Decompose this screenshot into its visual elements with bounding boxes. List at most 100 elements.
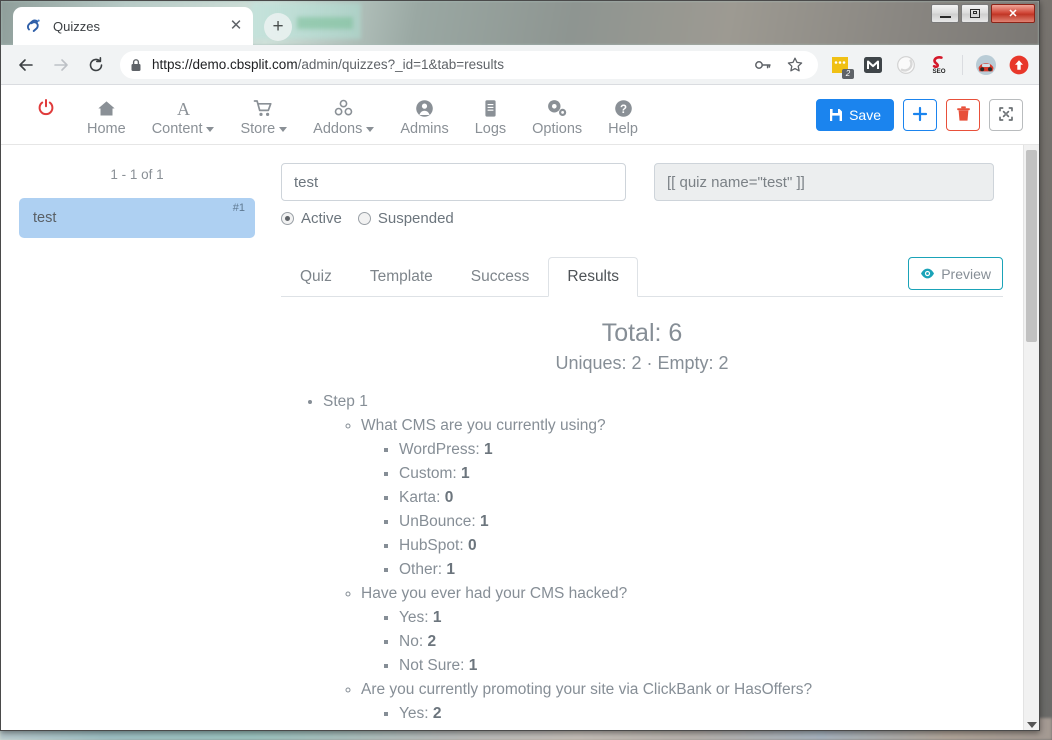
puzzle-icon bbox=[333, 97, 354, 119]
status-radio-group: Active Suspended bbox=[281, 210, 626, 227]
eye-icon bbox=[920, 266, 935, 281]
forward-icon[interactable] bbox=[46, 50, 76, 80]
minimize-button[interactable] bbox=[931, 4, 959, 23]
quiz-list-sidebar: 1 - 1 of 1 test #1 bbox=[1, 145, 273, 731]
nav-item-content-label: Content bbox=[152, 121, 215, 137]
text-icon: A bbox=[173, 97, 194, 119]
lock-icon bbox=[130, 58, 142, 72]
add-button[interactable] bbox=[903, 99, 937, 131]
collapse-button[interactable] bbox=[989, 99, 1023, 131]
power-icon bbox=[36, 97, 56, 119]
results-question-text: Have you ever had your CMS hacked? bbox=[361, 585, 627, 602]
quiz-editor-panel: test Active Suspended bbox=[273, 145, 1039, 731]
updates-extension-icon[interactable] bbox=[1009, 55, 1029, 75]
scrollbar-thumb[interactable] bbox=[1026, 150, 1037, 342]
key-icon[interactable] bbox=[754, 56, 772, 74]
circle-extension-icon[interactable] bbox=[896, 55, 916, 75]
tab-quiz[interactable]: Quiz bbox=[281, 257, 351, 297]
chevron-down-icon bbox=[206, 127, 214, 132]
back-icon[interactable] bbox=[11, 50, 41, 80]
extension-badge: 2 bbox=[842, 69, 854, 79]
gears-icon bbox=[546, 97, 568, 119]
address-bar[interactable]: https://demo.cbsplit.com/admin/quizzes?_… bbox=[120, 51, 818, 79]
radio-active-label: Active bbox=[301, 210, 342, 227]
window-controls: ✕ bbox=[931, 4, 1035, 23]
cart-icon bbox=[253, 97, 274, 119]
results-step: Step 1 What CMS are you currently using?… bbox=[323, 390, 1003, 731]
plus-icon bbox=[912, 106, 928, 125]
browser-tab-title: Quizzes bbox=[53, 19, 227, 34]
radio-active[interactable]: Active bbox=[281, 210, 342, 227]
restore-button[interactable] bbox=[961, 4, 989, 23]
browser-tab-quizzes[interactable]: Quizzes ✕ bbox=[13, 7, 253, 45]
tab-results[interactable]: Results bbox=[548, 257, 638, 297]
close-icon[interactable]: ✕ bbox=[227, 17, 245, 35]
results-answer: Custom: 1 bbox=[399, 462, 1003, 486]
results-total: Total: 6 bbox=[281, 319, 1003, 348]
nav-item-store-label: Store bbox=[240, 121, 287, 137]
nav-item-help-label: Help bbox=[608, 121, 638, 137]
nav-item-admins[interactable]: Admins bbox=[387, 97, 461, 137]
radio-suspended[interactable]: Suspended bbox=[358, 210, 454, 227]
scroll-down-icon[interactable] bbox=[1027, 722, 1037, 728]
results-step-label: Step 1 bbox=[323, 393, 368, 410]
radio-suspended-label: Suspended bbox=[378, 210, 454, 227]
extension-icons: 2 SEO bbox=[824, 55, 1029, 75]
seo-extension-icon[interactable]: SEO bbox=[929, 55, 949, 75]
nav-item-home-label: Home bbox=[87, 121, 126, 137]
nav-item-home[interactable]: Home bbox=[74, 97, 139, 137]
browser-tab-strip: Quizzes ✕ + ✕ bbox=[1, 1, 1039, 45]
results-answer: Karta: 0 bbox=[399, 486, 1003, 510]
editor-tabs: Quiz Template Success Results Preview bbox=[281, 257, 1003, 297]
tab-success[interactable]: Success bbox=[452, 257, 549, 297]
results-answer: No: 2 bbox=[399, 630, 1003, 654]
quiz-meta-row: test Active Suspended bbox=[281, 163, 1003, 227]
results-question: Are you currently promoting your site vi… bbox=[361, 678, 1003, 731]
results-answer-list: Yes: 2 No: 1 bbox=[361, 702, 1003, 731]
sidebar-item-power[interactable] bbox=[23, 97, 74, 119]
application-viewport: Home A Content bbox=[1, 85, 1039, 731]
browser-toolbar: https://demo.cbsplit.com/admin/quizzes?_… bbox=[1, 45, 1039, 85]
sticky-notes-extension-icon[interactable]: 2 bbox=[830, 55, 850, 75]
results-answer: HubSpot: 0 bbox=[399, 534, 1003, 558]
floppy-icon bbox=[829, 108, 843, 122]
toolbar-divider bbox=[962, 55, 963, 75]
nav-item-help[interactable]: ? Help bbox=[595, 97, 651, 137]
url-host: https://demo.cbsplit.com bbox=[152, 57, 298, 72]
delete-button[interactable] bbox=[946, 99, 980, 131]
preview-button[interactable]: Preview bbox=[908, 257, 1003, 290]
shortcode-group: [[ quiz name="test" ]] bbox=[654, 163, 994, 201]
tab-template[interactable]: Template bbox=[351, 257, 452, 297]
mailtrack-extension-icon[interactable] bbox=[863, 55, 883, 75]
new-tab-button[interactable]: + bbox=[264, 13, 292, 41]
nav-item-store[interactable]: Store bbox=[227, 97, 300, 137]
question-icon: ? bbox=[613, 97, 634, 119]
nav-item-logs[interactable]: Logs bbox=[462, 97, 519, 137]
close-button[interactable]: ✕ bbox=[991, 4, 1035, 23]
tab-strip-highlight-2 bbox=[297, 17, 353, 29]
star-icon[interactable] bbox=[786, 56, 804, 74]
results-answer: Other: 1 bbox=[399, 558, 1003, 582]
results-question: What CMS are you currently using? WordPr… bbox=[361, 414, 1003, 582]
app-workspace: 1 - 1 of 1 test #1 test Active bbox=[1, 145, 1039, 731]
quiz-name-input[interactable]: test bbox=[281, 163, 626, 201]
nav-item-options[interactable]: Options bbox=[519, 97, 595, 137]
app-navbar: Home A Content bbox=[1, 85, 1039, 145]
results-question-text: What CMS are you currently using? bbox=[361, 417, 606, 434]
nav-item-admins-label: Admins bbox=[400, 121, 448, 137]
shortcode-input[interactable]: [[ quiz name="test" ]] bbox=[654, 163, 994, 201]
quiz-item-id: #1 bbox=[233, 202, 245, 214]
page-scrollbar[interactable] bbox=[1023, 145, 1039, 731]
profile-avatar[interactable] bbox=[976, 55, 996, 75]
radio-active-dot bbox=[281, 212, 294, 225]
url-path: /admin/quizzes?_id=1&tab=results bbox=[298, 57, 504, 72]
results-question-text: Are you currently promoting your site vi… bbox=[361, 681, 812, 698]
nav-item-logs-label: Logs bbox=[475, 121, 506, 137]
nav-item-content[interactable]: A Content bbox=[139, 97, 228, 137]
pagination-count: 1 - 1 of 1 bbox=[19, 167, 255, 182]
home-icon bbox=[96, 97, 117, 119]
nav-item-addons[interactable]: Addons bbox=[300, 97, 387, 137]
save-button[interactable]: Save bbox=[816, 99, 894, 131]
reload-icon[interactable] bbox=[81, 50, 111, 80]
list-item[interactable]: test #1 bbox=[19, 198, 255, 238]
